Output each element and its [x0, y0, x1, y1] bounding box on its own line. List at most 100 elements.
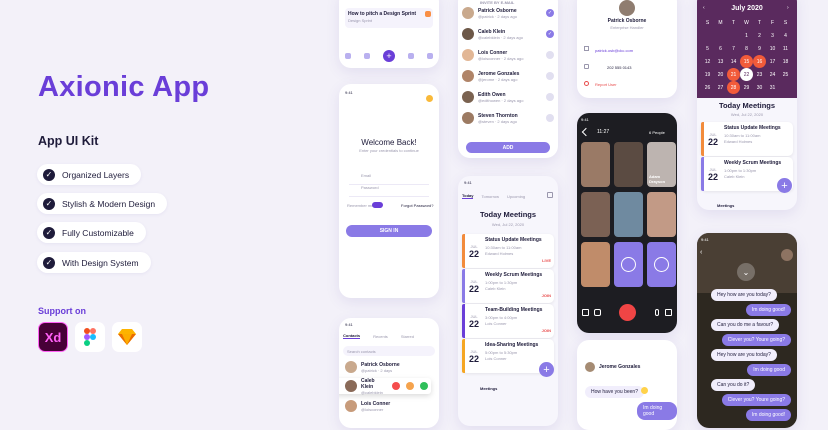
screen-share-icon[interactable] [582, 309, 589, 316]
calendar-day[interactable]: 24 [766, 68, 779, 81]
calendar-day[interactable]: 30 [753, 81, 766, 94]
users-icon[interactable] [427, 53, 433, 59]
message-icon[interactable] [406, 382, 414, 390]
tab-today[interactable]: Today [462, 193, 474, 199]
calendar-day[interactable]: 9 [753, 42, 766, 55]
camera-icon[interactable] [594, 309, 601, 316]
calendar-day[interactable]: 28 [727, 81, 740, 94]
list-item[interactable]: Caleb Klein @calebklein [339, 378, 431, 395]
calendar-day[interactable]: 18 [779, 55, 792, 68]
calendar-day[interactable]: 10 [766, 42, 779, 55]
calendar-day[interactable]: 13 [714, 55, 727, 68]
calendar-day[interactable]: 19 [701, 68, 714, 81]
calendar-icon[interactable] [547, 192, 553, 198]
calendar-day[interactable]: 22 [740, 68, 753, 81]
video-tile[interactable] [647, 192, 676, 237]
video-tile[interactable]: Adam Drayson [647, 142, 676, 187]
nav-meetings[interactable]: Meetings [717, 203, 734, 208]
forgot-link[interactable]: Forgot Password? [401, 203, 433, 208]
phone-value[interactable]: 202 555 0143 [607, 65, 631, 70]
list-item[interactable]: Patrick Osborne @patrick · 2 days ago ✓ [462, 7, 554, 19]
calendar-day[interactable]: 16 [753, 55, 766, 68]
calendar-day[interactable]: 17 [766, 55, 779, 68]
calendar-day[interactable]: 20 [714, 68, 727, 81]
calendar-day[interactable]: 5 [701, 42, 714, 55]
mic-icon[interactable] [655, 309, 659, 316]
list-item[interactable]: Edith Owen @edithowen · 2 days ago [462, 91, 554, 103]
calendar-day[interactable]: 23 [753, 68, 766, 81]
report-link[interactable]: Report User [595, 82, 617, 87]
check-icon[interactable]: ✓ [546, 9, 554, 17]
video-tile[interactable] [581, 142, 610, 187]
add-meeting-button[interactable]: + [777, 178, 792, 193]
meeting-card[interactable]: JUL 22 Weekly Scrum Meetings 1:00pm to 1:30… [462, 269, 554, 303]
check-icon[interactable] [546, 114, 554, 122]
calendar-day[interactable]: 6 [714, 42, 727, 55]
calendar-day[interactable] [727, 29, 740, 42]
prev-month-icon[interactable]: ‹ [703, 5, 705, 11]
doc-icon[interactable] [408, 53, 414, 59]
video-tile[interactable] [581, 242, 610, 287]
meeting-card[interactable]: JUL 22 Status Update Meetings 10:30am to 11… [462, 234, 554, 268]
check-icon[interactable] [546, 72, 554, 80]
calendar-day[interactable]: 29 [740, 81, 753, 94]
calendar-day[interactable]: 11 [779, 42, 792, 55]
calendar-day[interactable]: 25 [779, 68, 792, 81]
tab-upcoming[interactable]: Upcoming [507, 194, 525, 199]
remember-toggle[interactable] [372, 202, 383, 208]
calendar-day[interactable]: 4 [779, 29, 792, 42]
nav-meetings[interactable]: Meetings [480, 386, 497, 391]
calendar-day[interactable]: 21 [727, 68, 740, 81]
next-month-icon[interactable]: › [787, 5, 789, 11]
video-tile[interactable] [614, 192, 643, 237]
calendar-day[interactable]: 14 [727, 55, 740, 68]
add-button[interactable]: + [383, 50, 395, 62]
end-call-button[interactable] [619, 304, 636, 321]
check-icon[interactable] [546, 93, 554, 101]
meeting-card[interactable]: JUL 22 Status Update Meetings 10:30am to 11… [701, 122, 793, 156]
video-tile[interactable] [581, 192, 610, 237]
calendar-icon[interactable] [364, 53, 370, 59]
calendar-day[interactable]: 2 [753, 29, 766, 42]
add-meeting-button[interactable]: + [539, 362, 554, 377]
list-item[interactable]: Steven Thornton @steven · 2 days ago [462, 112, 554, 124]
calendar-day[interactable]: 27 [714, 81, 727, 94]
video-tile[interactable] [647, 242, 676, 287]
calendar-day[interactable]: 3 [766, 29, 779, 42]
tab-starred[interactable]: Starred [401, 334, 414, 339]
email-value[interactable]: patrick.osb@ckc.com [595, 48, 633, 53]
check-icon[interactable] [546, 51, 554, 59]
calendar-day[interactable]: 8 [740, 42, 753, 55]
decline-icon[interactable] [392, 382, 400, 390]
add-button[interactable]: ADD [466, 142, 550, 153]
calendar-day[interactable] [779, 81, 792, 94]
calendar-day[interactable]: 15 [740, 55, 753, 68]
collapse-icon[interactable]: ⌄ [737, 263, 755, 281]
tab-contacts[interactable]: Contacts [343, 333, 361, 339]
password-field[interactable]: Password [349, 185, 429, 197]
whatsapp-icon[interactable] [420, 382, 428, 390]
list-item[interactable]: Patrick Osborne @patrick · 2 days [345, 361, 400, 373]
list-item[interactable]: Lois Conner @loisconner [345, 400, 390, 412]
meeting-card[interactable]: JUL 22 Team-Building Meetings 3:00pm to 4:0… [462, 304, 554, 338]
calendar-day[interactable]: 12 [701, 55, 714, 68]
back-icon[interactable]: ‹ [700, 249, 702, 256]
email-field[interactable]: Email [349, 173, 429, 185]
home-icon[interactable] [345, 53, 351, 59]
tab-tomorrow[interactable]: Tomorrow [481, 194, 499, 199]
calendar-day[interactable]: 31 [766, 81, 779, 94]
back-icon[interactable] [581, 127, 591, 137]
list-item[interactable]: Jerome Gonzales @jerome · 2 days ago [462, 70, 554, 82]
video-tile[interactable] [614, 142, 643, 187]
check-icon[interactable]: ✓ [546, 30, 554, 38]
signin-button[interactable]: SIGN IN [346, 225, 432, 237]
tab-recents[interactable]: Recents [373, 334, 388, 339]
video-icon[interactable] [665, 309, 672, 316]
list-item[interactable]: Caleb Klein @calebklein · 2 days ago ✓ [462, 28, 554, 40]
calendar-day[interactable] [714, 29, 727, 42]
calendar-day[interactable]: 7 [727, 42, 740, 55]
calendar-day[interactable]: 1 [740, 29, 753, 42]
search-input[interactable]: Search contacts [343, 346, 435, 356]
video-tile[interactable] [614, 242, 643, 287]
calendar-day[interactable]: 26 [701, 81, 714, 94]
